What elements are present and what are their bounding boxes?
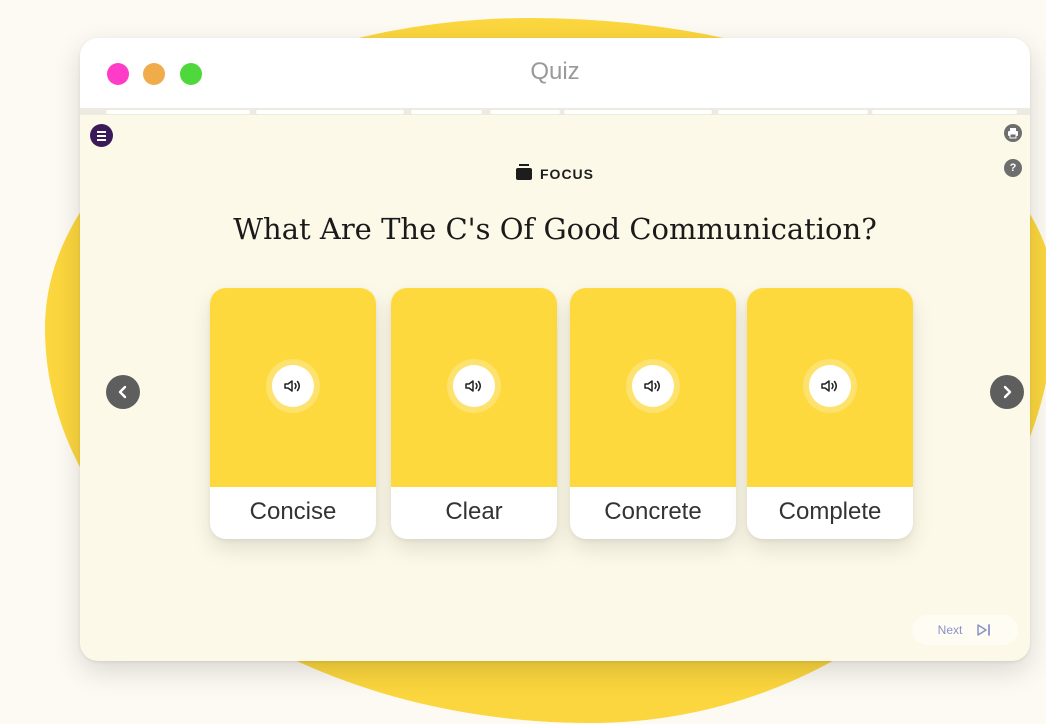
quiz-window: Quiz ? FOCUS What Are The C's Of Good Co…	[80, 38, 1030, 661]
audio-play-button[interactable]	[632, 365, 674, 407]
progress-bar	[80, 108, 1030, 115]
next-button[interactable]: Next	[912, 615, 1018, 645]
section-label: FOCUS	[80, 164, 1030, 182]
card-label: Complete	[778, 498, 882, 525]
question-title: What Are The C's Of Good Communication?	[233, 212, 877, 246]
progress-segment	[872, 110, 1017, 114]
card-label: Concrete	[604, 498, 702, 525]
printer-icon	[1008, 128, 1018, 139]
answer-card-complete[interactable]: Complete	[747, 288, 913, 539]
progress-segment	[106, 110, 250, 114]
card-label: Clear	[445, 498, 503, 525]
answer-card-clear[interactable]: Clear	[391, 288, 557, 539]
answer-card-concrete[interactable]: Concrete	[570, 288, 736, 539]
chevron-left-icon	[118, 385, 127, 399]
audio-play-button[interactable]	[809, 365, 851, 407]
menu-button[interactable]	[90, 124, 113, 147]
speaker-icon	[465, 380, 481, 392]
speaker-icon	[284, 380, 300, 392]
chest-icon	[516, 164, 532, 180]
progress-segment	[718, 110, 868, 114]
chevron-right-icon	[1003, 385, 1012, 399]
progress-segment	[256, 110, 404, 114]
speaker-icon	[821, 380, 837, 392]
previous-arrow-button[interactable]	[106, 375, 140, 409]
hamburger-icon	[97, 130, 106, 142]
speaker-icon	[644, 380, 660, 392]
card-label: Concise	[249, 498, 337, 525]
next-arrow-button[interactable]	[990, 375, 1024, 409]
progress-segment	[411, 110, 482, 114]
print-button[interactable]	[1004, 124, 1022, 142]
skip-next-icon	[976, 623, 992, 637]
answer-card-concise[interactable]: Concise	[210, 288, 376, 539]
title-bar: Quiz	[80, 38, 1030, 109]
window-title: Quiz	[530, 58, 580, 85]
progress-segment	[490, 110, 560, 114]
next-label: Next	[937, 623, 963, 637]
progress-segment	[564, 110, 712, 114]
audio-play-button[interactable]	[453, 365, 495, 407]
audio-play-button[interactable]	[272, 365, 314, 407]
section-label-text: FOCUS	[540, 166, 594, 182]
